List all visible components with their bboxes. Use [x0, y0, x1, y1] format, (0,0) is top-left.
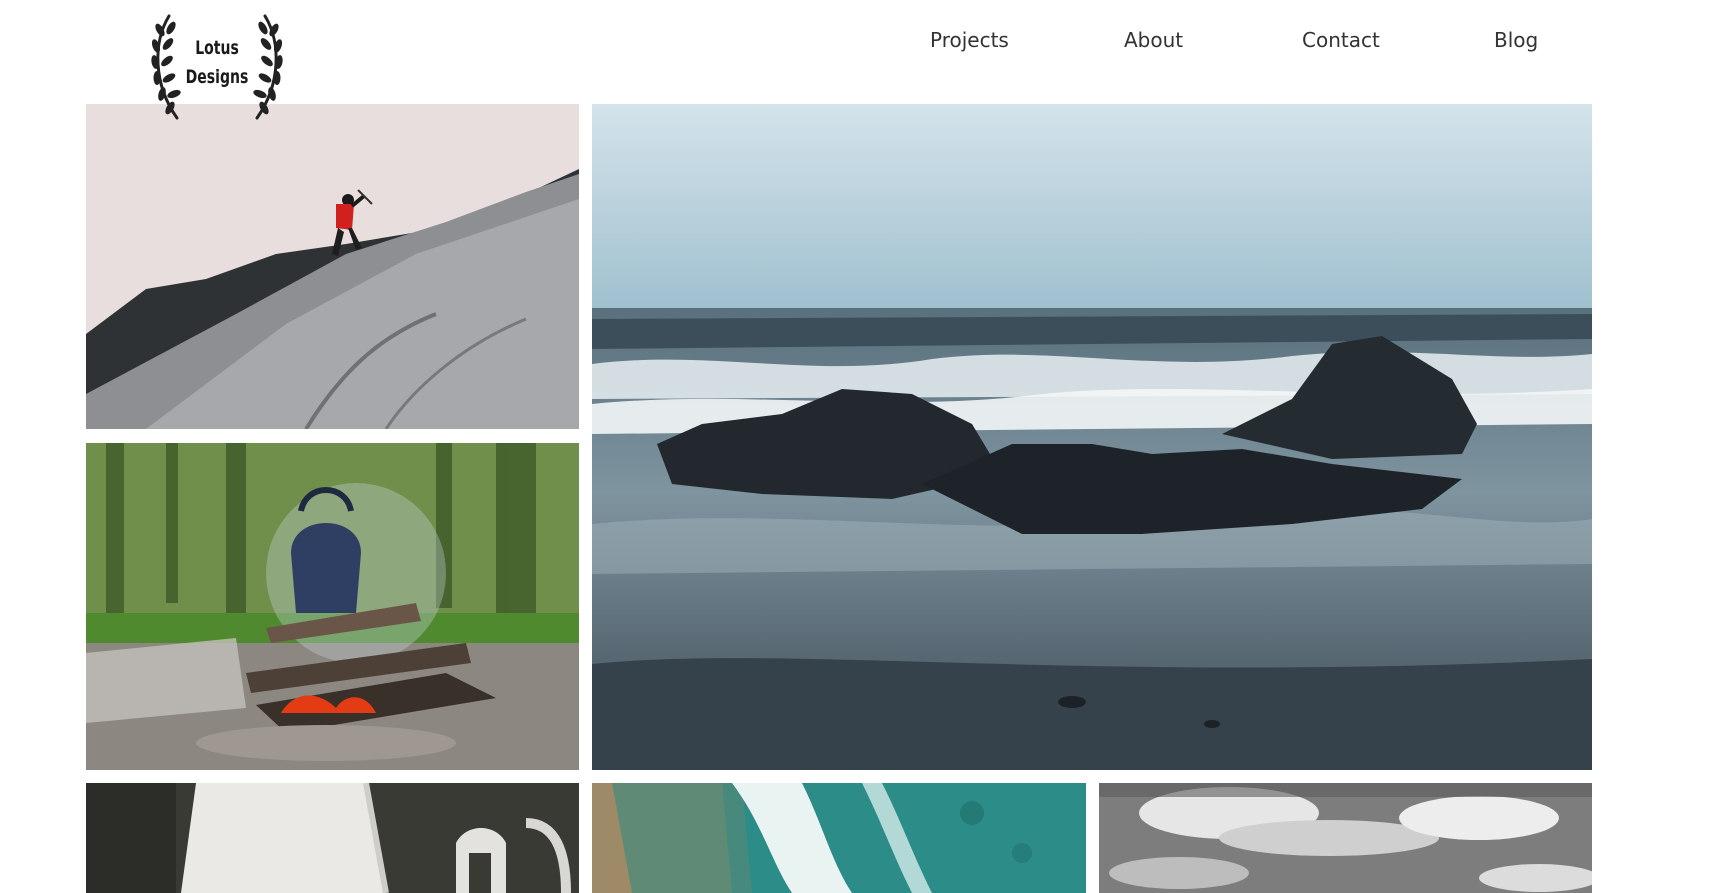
gallery-photo-campfire[interactable]	[86, 443, 579, 770]
nav-item-contact[interactable]: Contact	[1302, 28, 1380, 52]
brand-logo[interactable]: Lotus Designs	[147, 12, 287, 124]
site-header: Lotus Designs Projects About Contact Blo…	[0, 0, 1716, 120]
brand-line-2: Designs	[185, 66, 249, 88]
gallery-photo-clouds[interactable]	[1099, 783, 1592, 893]
nav-item-blog[interactable]: Blog	[1494, 28, 1538, 52]
climber-photo-image	[86, 104, 579, 429]
nav-item-about[interactable]: About	[1124, 28, 1183, 52]
brand-name: Lotus Designs	[160, 34, 275, 92]
gallery-photo-white-object[interactable]	[86, 783, 579, 893]
clouds-photo-image	[1099, 783, 1592, 893]
aerial-ocean-photo-image	[592, 783, 1086, 893]
brand-line-1: Lotus	[195, 37, 239, 59]
gallery-photo-climber[interactable]	[86, 104, 579, 429]
campfire-photo-image	[86, 443, 579, 770]
white-object-photo-image	[86, 783, 579, 893]
sea-photo-image	[592, 104, 1592, 770]
gallery-photo-aerial-ocean[interactable]	[592, 783, 1086, 893]
gallery-photo-sea[interactable]	[592, 104, 1592, 770]
nav-item-projects[interactable]: Projects	[930, 28, 1009, 52]
